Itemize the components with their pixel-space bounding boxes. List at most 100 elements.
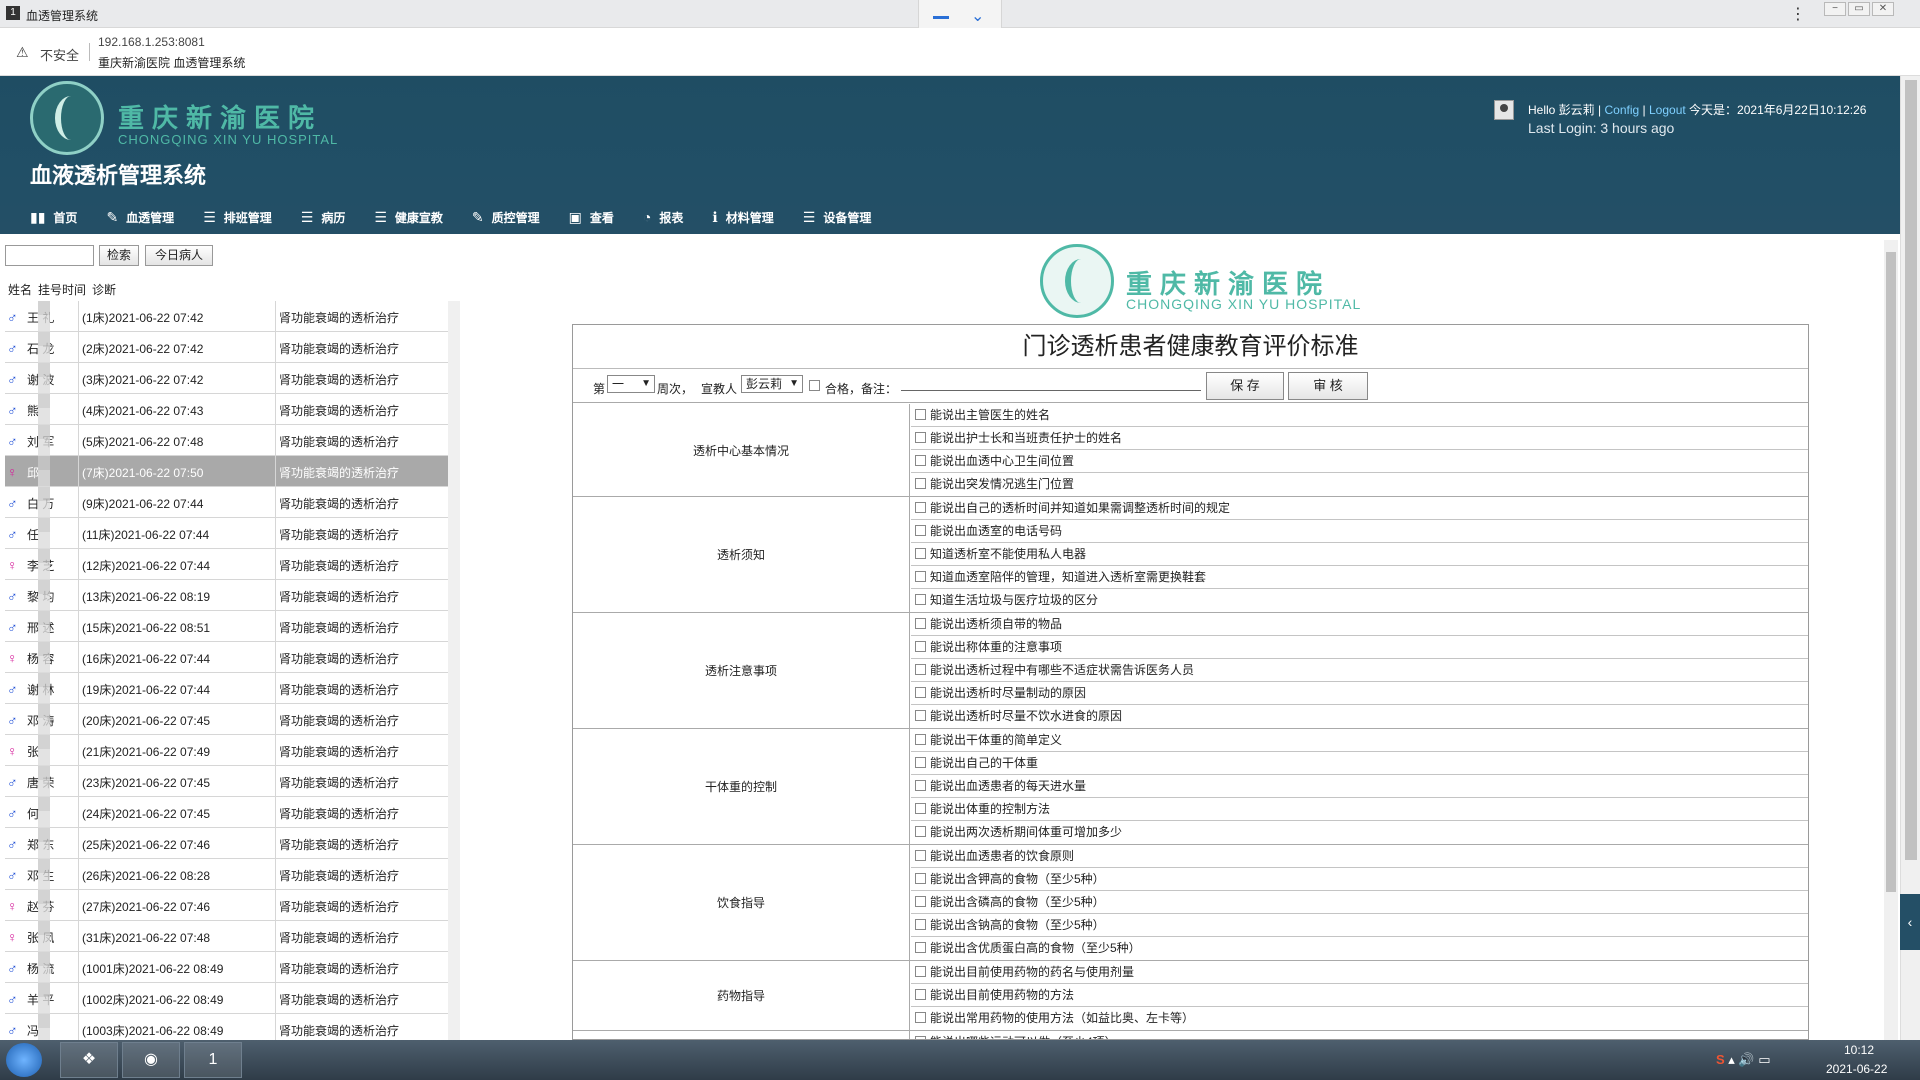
nav-equipment[interactable]: ☰ 设备管理 <box>803 204 872 230</box>
patient-row[interactable]: ♂ 郑 东 (25床)2021-06-22 07:46 肾功能衰竭的透析治疗 <box>5 828 448 859</box>
pass-checkbox[interactable] <box>809 378 820 392</box>
item-checkbox[interactable] <box>915 826 926 837</box>
patient-row[interactable]: ♂ 邓 涛 (20床)2021-06-22 07:45 肾功能衰竭的透析治疗 <box>5 704 448 735</box>
taskbar-app-1[interactable]: 1 <box>184 1042 242 1078</box>
restore-button[interactable]: ▭ <box>1848 2 1870 16</box>
patient-row[interactable]: ♂ 唐 荣 (23床)2021-06-22 07:45 肾功能衰竭的透析治疗 <box>5 766 448 797</box>
item-checkbox[interactable] <box>915 780 926 791</box>
item-checkbox[interactable] <box>915 478 926 489</box>
patient-row[interactable]: ♂ 黎 均 (13床)2021-06-22 08:19 肾功能衰竭的透析治疗 <box>5 580 448 611</box>
patient-search-input[interactable] <box>5 245 94 266</box>
nav-quality-control[interactable]: ✎ 质控管理 <box>472 204 540 230</box>
taskbar-app-windows[interactable]: ❖ <box>60 1042 118 1078</box>
today-patients-button[interactable]: 今日病人 <box>145 245 213 266</box>
item-checkbox[interactable] <box>915 919 926 930</box>
nav-home[interactable]: ▮▮ 首页 <box>30 204 77 230</box>
item-checkbox[interactable] <box>915 409 926 420</box>
item-checkbox[interactable] <box>915 618 926 629</box>
column-divider <box>275 549 276 580</box>
patient-row[interactable]: ♀ 杨 容 (16床)2021-06-22 07:44 肾功能衰竭的透析治疗 <box>5 642 448 673</box>
nav-health-education[interactable]: ☰ 健康宣教 <box>374 204 443 230</box>
patient-diagnosis: 肾功能衰竭的透析治疗 <box>279 993 400 1007</box>
warning-icon[interactable]: ⚠ <box>16 44 29 61</box>
tray-icons[interactable]: ▴ 🔊 ▭ <box>1728 1052 1770 1067</box>
item-checkbox[interactable] <box>915 525 926 536</box>
patient-list-scrollbar[interactable] <box>448 301 460 1043</box>
content-scrollbar-thumb[interactable] <box>1886 252 1896 892</box>
patient-row[interactable]: ♂ 杨 流 (1001床)2021-06-22 08:49 肾功能衰竭的透析治疗 <box>5 952 448 983</box>
patient-row[interactable]: ♂ 邢 述 (15床)2021-06-22 08:51 肾功能衰竭的透析治疗 <box>5 611 448 642</box>
save-button[interactable]: 保 存 <box>1206 372 1284 400</box>
menu-dots-icon[interactable]: ⋮ <box>1790 4 1806 24</box>
logout-link[interactable]: Logout <box>1649 103 1686 117</box>
item-checkbox[interactable] <box>915 594 926 605</box>
patient-row[interactable]: ♂ 冯 (1003床)2021-06-22 08:49 肾功能衰竭的透析治疗 <box>5 1014 448 1043</box>
patient-row[interactable]: ♂ 谢 波 (3床)2021-06-22 07:42 肾功能衰竭的透析治疗 <box>5 363 448 394</box>
patient-row[interactable]: ♀ 赵 芬 (27床)2021-06-22 07:46 肾功能衰竭的透析治疗 <box>5 890 448 921</box>
patient-row[interactable]: ♂ 何 (24床)2021-06-22 07:45 肾功能衰竭的透析治疗 <box>5 797 448 828</box>
config-link[interactable]: Config <box>1605 103 1640 117</box>
clock-time[interactable]: 10:12 <box>1844 1043 1874 1057</box>
item-label: 能说出血透室的电话号码 <box>930 524 1063 538</box>
url-text[interactable]: 192.168.1.253:8081 <box>98 35 205 49</box>
patient-row[interactable]: ♂ 刘 军 (5床)2021-06-22 07:48 肾功能衰竭的透析治疗 <box>5 425 448 456</box>
patient-row[interactable]: ♂ 王 礼 (1床)2021-06-22 07:42 肾功能衰竭的透析治疗 <box>5 301 448 332</box>
patient-row[interactable]: ♂ 白 万 (9床)2021-06-22 07:44 肾功能衰竭的透析治疗 <box>5 487 448 518</box>
item-checkbox[interactable] <box>915 1012 926 1023</box>
item-checkbox[interactable] <box>915 664 926 675</box>
chevron-down-icon[interactable]: ⌄ <box>971 6 984 26</box>
search-button[interactable]: 检索 <box>99 245 139 266</box>
patient-row[interactable]: ♀ 李 芝 (12床)2021-06-22 07:44 肾功能衰竭的透析治疗 <box>5 549 448 580</box>
patient-row[interactable]: ♂ 任 (11床)2021-06-22 07:44 肾功能衰竭的透析治疗 <box>5 518 448 549</box>
remark-input[interactable] <box>901 390 1201 391</box>
column-divider <box>78 735 79 766</box>
item-checkbox[interactable] <box>915 989 926 1000</box>
item-checkbox[interactable] <box>915 803 926 814</box>
minimize-button[interactable]: − <box>1824 2 1846 16</box>
nav-view[interactable]: ▣ 查看 <box>569 204 614 230</box>
item-checkbox[interactable] <box>915 687 926 698</box>
system-tray[interactable]: S ▴ 🔊 ▭ <box>1716 1052 1771 1068</box>
item-checkbox[interactable] <box>915 455 926 466</box>
item-checkbox[interactable] <box>915 734 926 745</box>
taskbar-app-chrome[interactable]: ◉ <box>122 1042 180 1078</box>
patient-row[interactable]: ♂ 羊 平 (1002床)2021-06-22 08:49 肾功能衰竭的透析治疗 <box>5 983 448 1014</box>
close-button[interactable]: ✕ <box>1872 2 1894 16</box>
item-checkbox[interactable] <box>915 571 926 582</box>
item-checkbox[interactable] <box>915 966 926 977</box>
item-checkbox[interactable] <box>915 757 926 768</box>
patient-row[interactable]: ♂ 石 龙 (2床)2021-06-22 07:42 肾功能衰竭的透析治疗 <box>5 332 448 363</box>
item-checkbox[interactable] <box>915 502 926 513</box>
item-checkbox[interactable] <box>915 548 926 559</box>
nav-dialysis[interactable]: ✎ 血透管理 <box>106 204 174 230</box>
insecure-label[interactable]: 不安全 <box>40 45 79 64</box>
week-select[interactable]: 一 ▼ <box>607 375 655 393</box>
patient-row[interactable]: ♀ 邱 (7床)2021-06-22 07:50 肾功能衰竭的透析治疗 <box>5 456 448 487</box>
item-checkbox[interactable] <box>915 942 926 953</box>
review-button[interactable]: 审 核 <box>1288 372 1368 400</box>
male-icon: ♂ <box>7 774 18 790</box>
page-scrollbar-thumb[interactable] <box>1905 80 1917 860</box>
nav-materials[interactable]: ℹ 材料管理 <box>712 204 773 230</box>
content-scrollbar[interactable] <box>1884 240 1898 1040</box>
item-checkbox[interactable] <box>915 432 926 443</box>
item-checkbox[interactable] <box>915 710 926 721</box>
side-collapse-tab[interactable]: ‹ <box>1900 894 1920 950</box>
item-checkbox[interactable] <box>915 850 926 861</box>
ime-icon[interactable]: S <box>1716 1052 1725 1067</box>
nav-reports[interactable]: ◔ 报表 <box>643 204 683 230</box>
start-button[interactable] <box>6 1043 42 1077</box>
educator-select[interactable]: 彭云莉 ▼ <box>741 375 803 393</box>
patient-row[interactable]: ♂ 谢 林 (19床)2021-06-22 07:44 肾功能衰竭的透析治疗 <box>5 673 448 704</box>
nav-records[interactable]: ☰ 病历 <box>301 204 346 230</box>
patient-row[interactable]: ♂ 熊 (4床)2021-06-22 07:43 肾功能衰竭的透析治疗 <box>5 394 448 425</box>
item-checkbox[interactable] <box>915 873 926 884</box>
patient-row[interactable]: ♀ 张 凤 (31床)2021-06-22 07:48 肾功能衰竭的透析治疗 <box>5 921 448 952</box>
nav-schedule[interactable]: ☰ 排班管理 <box>203 204 272 230</box>
patient-row[interactable]: ♂ 邓 生 (26床)2021-06-22 08:28 肾功能衰竭的透析治疗 <box>5 859 448 890</box>
clock-date[interactable]: 2021-06-22 <box>1826 1062 1887 1076</box>
item-checkbox[interactable] <box>915 641 926 652</box>
patient-row[interactable]: ♀ 张 (21床)2021-06-22 07:49 肾功能衰竭的透析治疗 <box>5 735 448 766</box>
item-checkbox[interactable] <box>915 896 926 907</box>
minimize-dash-icon[interactable] <box>933 16 949 19</box>
